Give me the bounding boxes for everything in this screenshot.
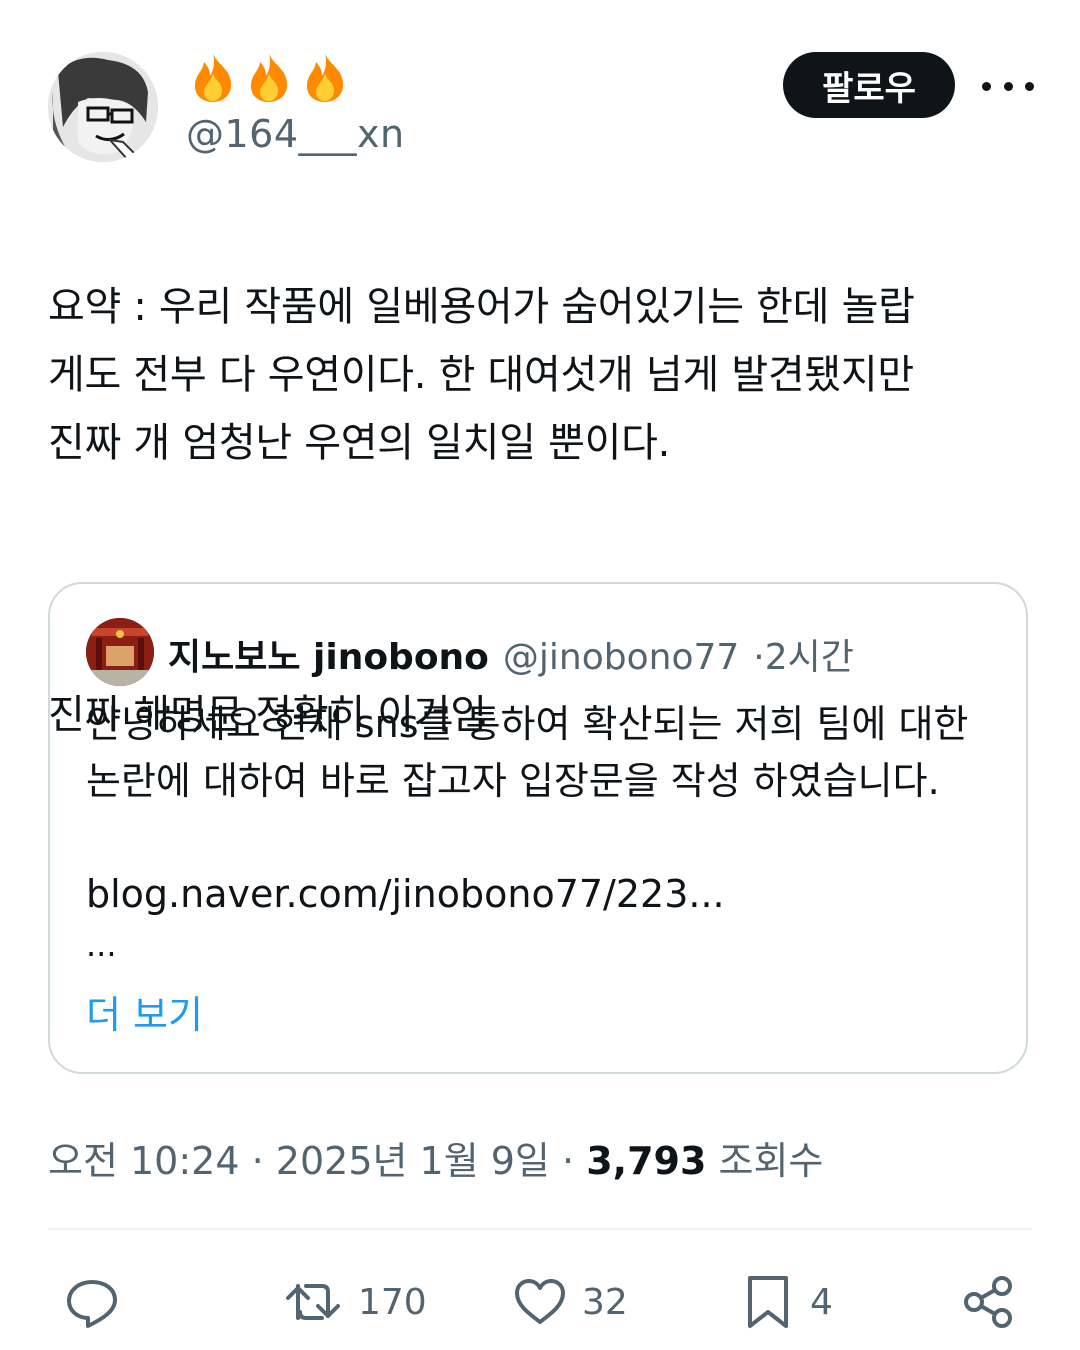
follow-button[interactable]: 팔로우	[783, 52, 955, 118]
quoted-tweet-text: 안녕하세요 현재 sns를 통하여 확산되는 저희 팀에 대한 논란에 대하여 …	[86, 696, 1006, 810]
meta-separator: ·	[753, 637, 765, 678]
quoted-tweet-link[interactable]: blog.naver.com/jinobono77/223...	[86, 872, 725, 916]
tweet-date[interactable]: 2025년 1월 9일	[276, 1139, 550, 1183]
tweet-metadata: 오전 10:24 · 2025년 1월 9일 · 3,793 조회수	[48, 1130, 823, 1185]
dot	[982, 81, 991, 91]
reply-button[interactable]	[64, 1272, 120, 1332]
heart-icon	[515, 1279, 565, 1324]
retweet-count: 170	[358, 1281, 427, 1323]
more-options-icon[interactable]	[982, 68, 1034, 104]
quoted-author-handle[interactable]: @jinobono77	[503, 637, 739, 678]
retweet-icon	[286, 1284, 340, 1320]
tweet-header: @164___xn 팔로우	[0, 0, 1080, 180]
reply-icon	[67, 1280, 117, 1328]
fire-emoji-icon	[194, 53, 232, 102]
quoted-tweet-card[interactable]: 지노보노 jinobono @jinobono77 · 2시간 안녕하세요 현재…	[48, 582, 1028, 1074]
fire-emoji-icon	[306, 53, 344, 102]
dot	[1025, 81, 1034, 91]
quoted-tweet-time[interactable]: 2시간	[765, 628, 854, 680]
quoted-tweet-paragraph: 안녕하세요 현재 sns를 통하여 확산되는 저희 팀에 대한 논란에 대하여 …	[86, 702, 969, 803]
retweet-button[interactable]: 170	[284, 1272, 427, 1332]
divider	[48, 1228, 1032, 1230]
bookmark-count: 4	[810, 1281, 833, 1323]
share-button[interactable]	[960, 1272, 1016, 1332]
show-more-link[interactable]: 더 보기	[86, 984, 203, 1039]
view-count[interactable]: 3,793	[586, 1139, 706, 1183]
quoted-tweet-header: 지노보노 jinobono @jinobono77 · 2시간	[168, 628, 854, 680]
share-icon	[964, 1276, 1012, 1328]
tweet-paragraph: 요약 : 우리 작품에 일베용어가 숨어있기는 한데 놀랍 게도 전부 다 우연…	[48, 284, 915, 466]
author-handle[interactable]: @164___xn	[186, 112, 405, 156]
like-button[interactable]: 32	[512, 1272, 628, 1332]
quoted-author-avatar[interactable]	[86, 618, 154, 686]
meta-separator: ·	[562, 1139, 575, 1183]
quoted-author-name[interactable]: 지노보노 jinobono	[168, 628, 489, 680]
view-count-label: 조회수	[718, 1139, 824, 1183]
bookmark-button[interactable]: 4	[740, 1272, 833, 1332]
avatar-image	[86, 618, 154, 686]
dot	[1003, 81, 1013, 91]
avatar-image	[48, 52, 158, 162]
author-display-name[interactable]	[186, 50, 352, 106]
author-avatar[interactable]	[48, 52, 158, 162]
fire-emoji-icon	[250, 53, 288, 102]
tweet-time[interactable]: 오전 10:24	[48, 1139, 240, 1183]
meta-separator: ·	[251, 1139, 264, 1183]
like-count: 32	[582, 1281, 628, 1323]
bookmark-icon	[748, 1276, 788, 1328]
truncation-ellipsis: ...	[86, 926, 117, 964]
